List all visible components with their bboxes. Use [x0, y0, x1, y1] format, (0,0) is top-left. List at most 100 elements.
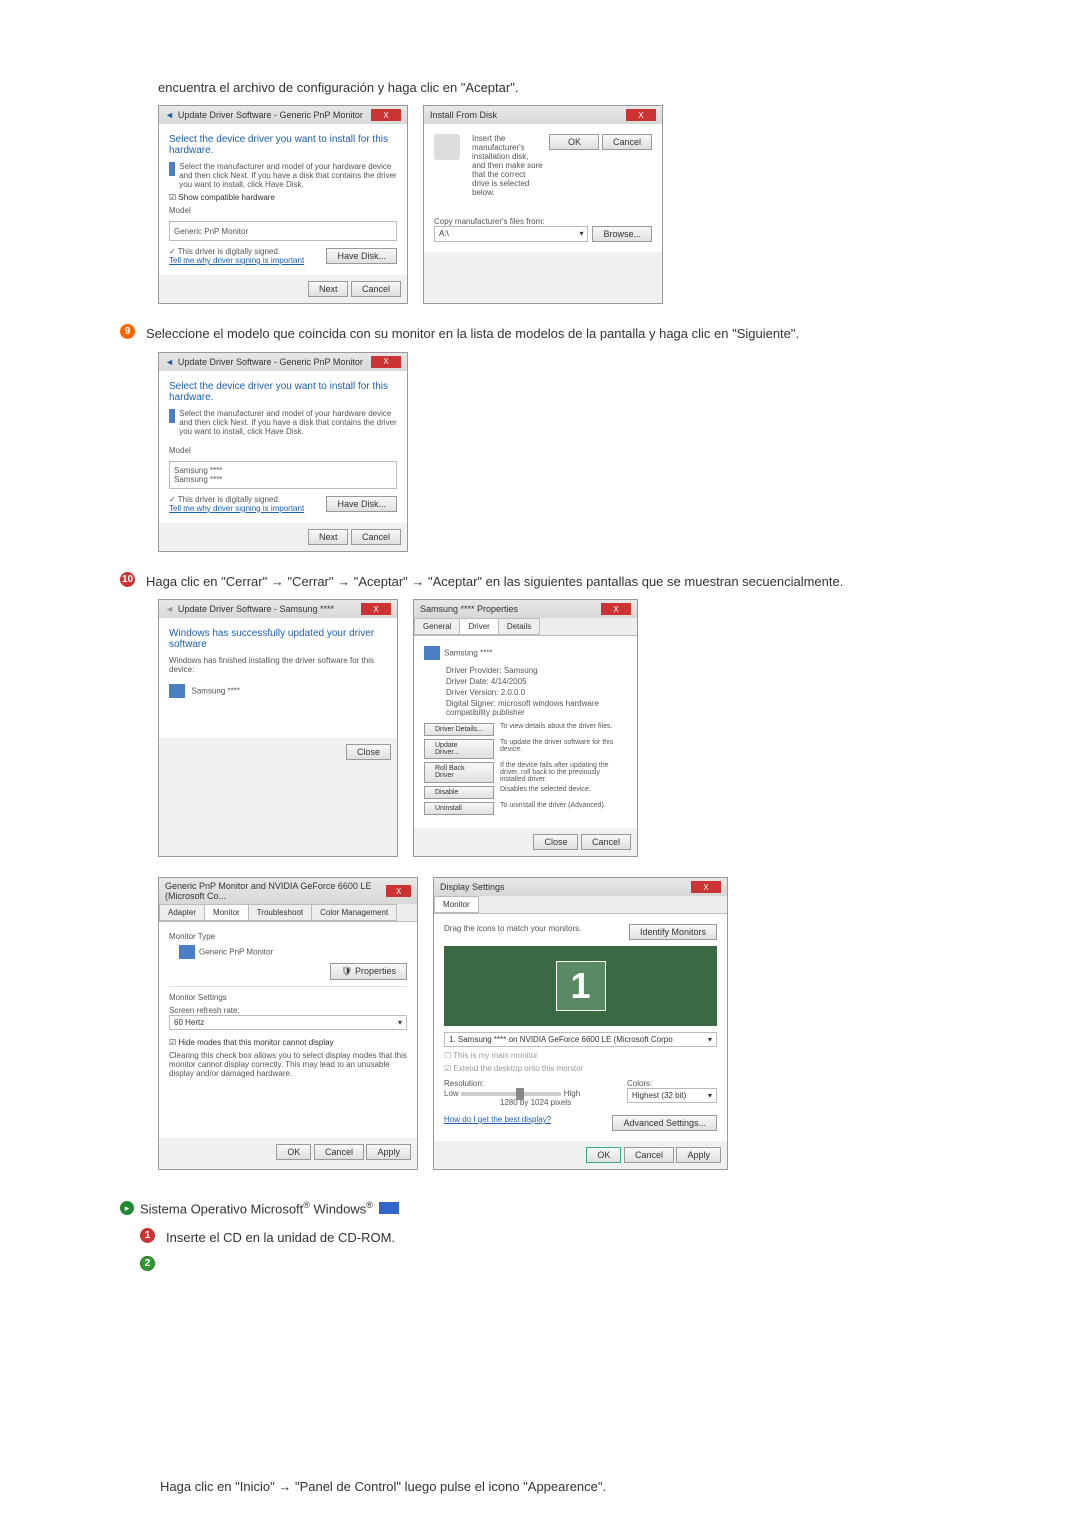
best-display-link[interactable]: How do I get the best display? [444, 1115, 551, 1131]
cancel-button[interactable]: Cancel [351, 281, 401, 297]
device-name: Samsung **** [192, 686, 240, 695]
window-properties: Samsung **** Properties X General Driver… [413, 599, 638, 857]
browse-button[interactable]: Browse... [592, 226, 652, 242]
refresh-label: Screen refresh rate: [169, 1006, 407, 1015]
monitor-type-label: Monitor Type [169, 932, 407, 941]
monitor-icon [169, 409, 175, 423]
model-list[interactable]: Samsung **** Samsung **** [169, 461, 397, 489]
signed-label: ✓ This driver is digitally signed. [169, 247, 304, 256]
dialog-desc: Select the manufacturer and model of you… [179, 409, 397, 436]
cancel-button[interactable]: Cancel [602, 134, 652, 150]
tab-driver[interactable]: Driver [459, 618, 498, 635]
tab-adapter[interactable]: Adapter [159, 904, 205, 921]
monitor-preview[interactable]: 1 [444, 946, 717, 1026]
tab-monitor[interactable]: Monitor [434, 896, 479, 913]
colors-dropdown[interactable]: Highest (32 bit)▾ [627, 1088, 717, 1103]
monitor-1-icon[interactable]: 1 [556, 961, 606, 1011]
monitor-icon [179, 945, 195, 959]
close-button[interactable]: Close [533, 834, 578, 850]
back-icon[interactable]: ◄ [165, 604, 174, 614]
model-label: Model [169, 446, 397, 455]
step-9: 9 Seleccione el modelo que coincida con … [120, 324, 960, 344]
rollback-button[interactable]: Roll Back Driver [424, 762, 494, 783]
close-icon[interactable]: X [691, 881, 721, 893]
close-icon[interactable]: X [386, 885, 411, 897]
show-compatible-checkbox[interactable]: ☑ Show compatible hardware [169, 193, 397, 202]
install-text: Insert the manufacturer's installation d… [472, 134, 543, 197]
close-icon[interactable]: X [626, 109, 656, 121]
have-disk-button[interactable]: Have Disk... [326, 248, 397, 264]
hide-modes-checkbox[interactable]: ☑ Hide modes that this monitor cannot di… [169, 1038, 407, 1047]
refresh-dropdown[interactable]: 60 Hertz▾ [169, 1015, 407, 1030]
window-title: Generic PnP Monitor and NVIDIA GeForce 6… [165, 881, 386, 901]
resolution-value: 1280 by 1024 pixels [444, 1098, 627, 1107]
back-icon[interactable]: ◄ [165, 110, 174, 120]
window-update-driver: ◄ Update Driver Software - Generic PnP M… [158, 105, 408, 304]
dialog-header: Select the device driver you want to ins… [169, 134, 397, 156]
close-button[interactable]: Close [346, 744, 391, 760]
tab-general[interactable]: General [414, 618, 460, 635]
close-icon[interactable]: X [361, 603, 391, 615]
tab-troubleshoot[interactable]: Troubleshoot [248, 904, 312, 921]
cancel-button[interactable]: Cancel [351, 529, 401, 545]
monitor-icon [169, 162, 175, 176]
step-9-text: Seleccione el modelo que coincida con su… [146, 324, 960, 344]
drag-label: Drag the icons to match your monitors. [444, 924, 581, 940]
window-title: Update Driver Software - Samsung **** [174, 604, 361, 614]
arrow-icon: ▸ [120, 1201, 134, 1215]
advanced-button[interactable]: Advanced Settings... [612, 1115, 717, 1131]
window-title: Update Driver Software - Generic PnP Mon… [174, 110, 371, 120]
window-success: ◄ Update Driver Software - Samsung **** … [158, 599, 398, 857]
resolution-slider[interactable] [461, 1092, 561, 1096]
window-title: Update Driver Software - Generic PnP Mon… [174, 357, 371, 367]
model-list[interactable]: Generic PnP Monitor [169, 221, 397, 241]
ok-button[interactable]: OK [586, 1147, 621, 1163]
window-title: Samsung **** Properties [420, 604, 518, 614]
success-desc: Windows has finished installing the driv… [169, 656, 387, 674]
cancel-button[interactable]: Cancel [314, 1144, 364, 1160]
identify-button[interactable]: Identify Monitors [629, 924, 717, 940]
windows-logo-icon [379, 1202, 399, 1214]
apply-button[interactable]: Apply [676, 1147, 721, 1163]
have-disk-button[interactable]: Have Disk... [326, 496, 397, 512]
disable-button[interactable]: Disable [424, 786, 494, 799]
window-update-driver-2: ◄ Update Driver Software - Generic PnP M… [158, 352, 408, 552]
step-2: 2 [140, 1256, 960, 1271]
footer-text: Haga clic en "Inicio" → "Panel de Contro… [120, 1479, 960, 1494]
next-button[interactable]: Next [308, 281, 349, 297]
driver-details-button[interactable]: Driver Details... [424, 723, 494, 736]
tab-monitor[interactable]: Monitor [204, 904, 249, 921]
signing-link[interactable]: Tell me why driver signing is important [169, 504, 304, 513]
monitor-icon [424, 646, 440, 660]
section-header: ▸ Sistema Operativo Microsoft® Windows® [120, 1200, 960, 1216]
tab-details[interactable]: Details [498, 618, 540, 635]
extend-checkbox[interactable]: ☑ Extend the desktop onto this monitor [444, 1064, 717, 1073]
uninstall-button[interactable]: Uninstall [424, 802, 494, 815]
screenshot-row-4: Generic PnP Monitor and NVIDIA GeForce 6… [158, 877, 960, 1170]
dialog-desc: Select the manufacturer and model of you… [179, 162, 397, 189]
cancel-button[interactable]: Cancel [581, 834, 631, 850]
tab-color[interactable]: Color Management [311, 904, 397, 921]
step-1-text: Inserte el CD en la unidad de CD-ROM. [166, 1228, 960, 1248]
step-number-2: 2 [140, 1256, 155, 1271]
properties-button[interactable]: 🛡 Properties [330, 963, 407, 980]
apply-button[interactable]: Apply [366, 1144, 411, 1160]
signing-link[interactable]: Tell me why driver signing is important [169, 256, 304, 265]
ok-button[interactable]: OK [276, 1144, 311, 1160]
ok-button[interactable]: OK [549, 134, 599, 150]
close-icon[interactable]: X [371, 356, 401, 368]
update-driver-button[interactable]: Update Driver... [424, 739, 494, 759]
signed-label: ✓ This driver is digitally signed. [169, 495, 304, 504]
path-dropdown[interactable]: A:\▾ [434, 226, 588, 242]
close-icon[interactable]: X [601, 603, 631, 615]
cancel-button[interactable]: Cancel [624, 1147, 674, 1163]
close-icon[interactable]: X [371, 109, 401, 121]
step-number-9: 9 [120, 324, 135, 339]
back-icon[interactable]: ◄ [165, 357, 174, 367]
main-monitor-checkbox[interactable]: ☐ This is my main monitor [444, 1051, 717, 1060]
hide-desc: Clearing this check box allows you to se… [169, 1051, 407, 1078]
step-10: 10 Haga clic en "Cerrar" → "Cerrar" → "A… [120, 572, 960, 592]
monitor-dropdown[interactable]: 1. Samsung **** on NVIDIA GeForce 6600 L… [444, 1032, 717, 1047]
colors-label: Colors: [627, 1079, 717, 1088]
next-button[interactable]: Next [308, 529, 349, 545]
